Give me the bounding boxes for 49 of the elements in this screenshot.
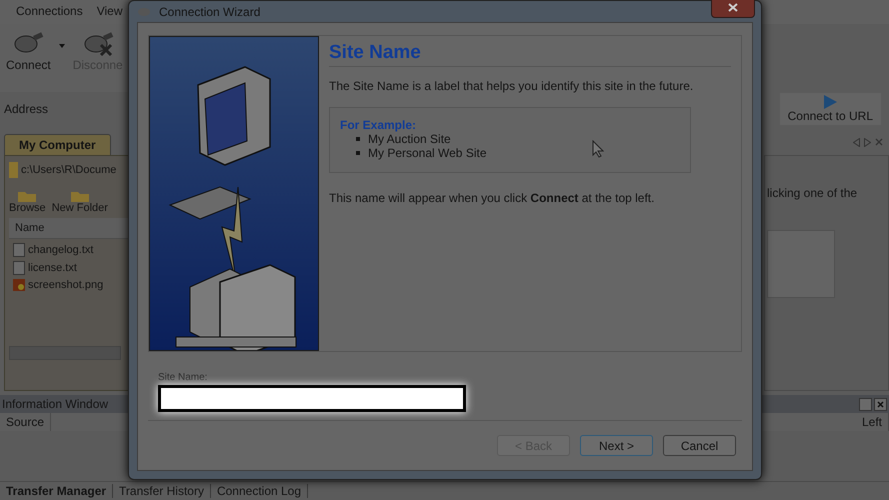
close-icon[interactable] — [875, 138, 883, 146]
close-icon — [728, 2, 738, 12]
text-file-icon — [13, 243, 25, 257]
instruction-text: This name will appear when you click Connect at the top left. — [329, 191, 656, 205]
connect-button[interactable]: Connect — [4, 30, 53, 72]
bottom-tab[interactable]: Transfer Manager — [0, 484, 114, 498]
site-name-field[interactable] — [158, 385, 466, 412]
text-file-icon — [13, 261, 25, 275]
menu-item[interactable]: Connections — [16, 4, 83, 20]
bottom-tab[interactable]: Connection Log — [210, 484, 308, 498]
column-header[interactable]: Left — [856, 413, 889, 431]
horizontal-scrollbar[interactable] — [9, 346, 121, 360]
column-header[interactable]: Name — [9, 218, 129, 239]
bullet-icon — [356, 151, 360, 155]
folder-icon — [70, 190, 89, 202]
example-item: My Personal Web Site — [368, 146, 486, 160]
cancel-button[interactable]: Cancel — [663, 435, 736, 456]
connect-to-url-button[interactable]: Connect to URL — [780, 93, 881, 125]
file-name[interactable]: changelog.txt — [28, 244, 94, 256]
folder-icon — [9, 162, 18, 178]
mouse-cursor-icon — [592, 140, 604, 158]
column-header[interactable]: Source — [0, 413, 52, 431]
file-name[interactable]: license.txt — [28, 262, 77, 274]
example-title: For Example: — [340, 118, 418, 132]
close-button[interactable] — [711, 0, 755, 18]
example-item: My Auction Site — [368, 132, 451, 146]
field-label: Site Name: — [158, 372, 208, 383]
panel-box — [767, 230, 835, 298]
bottom-tab[interactable]: Transfer History — [113, 484, 211, 498]
help-text: licking one of the — [767, 186, 858, 200]
window-title: Connection Wizard — [159, 4, 260, 18]
browse-button[interactable]: Browse — [9, 190, 46, 214]
my-computer-tab[interactable]: My Computer — [4, 134, 111, 155]
play-icon — [823, 95, 838, 109]
image-file-icon — [13, 279, 25, 291]
close-icon[interactable] — [874, 398, 887, 410]
address-label: Address — [4, 102, 48, 116]
page-heading: Site Name — [329, 42, 731, 67]
file-name[interactable]: screenshot.png — [28, 279, 104, 291]
next-button[interactable]: Next > — [580, 435, 653, 456]
path-text: c:\Users\R\Docume — [21, 164, 116, 176]
right-arrow-icon[interactable] — [864, 138, 871, 147]
folder-icon — [18, 190, 36, 202]
bullet-icon — [356, 137, 360, 141]
menu-item[interactable]: View — [96, 4, 123, 20]
information-window-title: Information Window — [2, 397, 108, 411]
new-folder-button[interactable]: New Folder — [52, 190, 108, 214]
intro-text: The Site Name is a label that helps you identify this site in the future. — [329, 79, 694, 93]
left-arrow-icon[interactable] — [853, 138, 860, 147]
